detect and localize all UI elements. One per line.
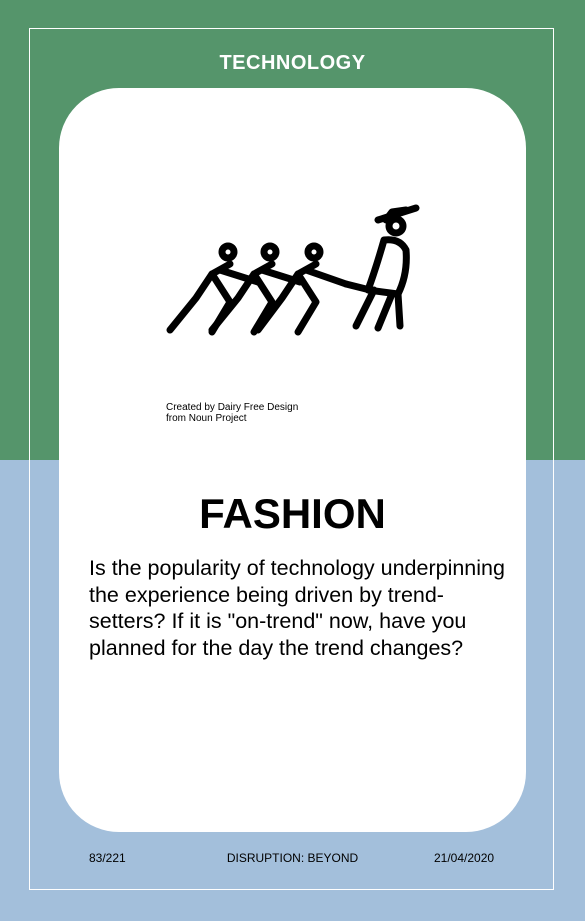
card-question: Is the popularity of technology underpin…	[89, 556, 505, 660]
category-label: TECHNOLOGY	[219, 52, 366, 74]
card-title: FASHION	[199, 490, 386, 537]
date-label: 21/04/2020	[434, 851, 495, 865]
people-following-trend-setter-icon	[166, 204, 420, 336]
credit-line-2: from Noun Project	[166, 413, 247, 424]
credit-line-1: Created by Dairy Free Design	[166, 402, 299, 413]
series-name: DISRUPTION: BEYOND	[226, 851, 359, 865]
illustration-credit: Created by Dairy Free Design from Noun P…	[166, 402, 298, 424]
